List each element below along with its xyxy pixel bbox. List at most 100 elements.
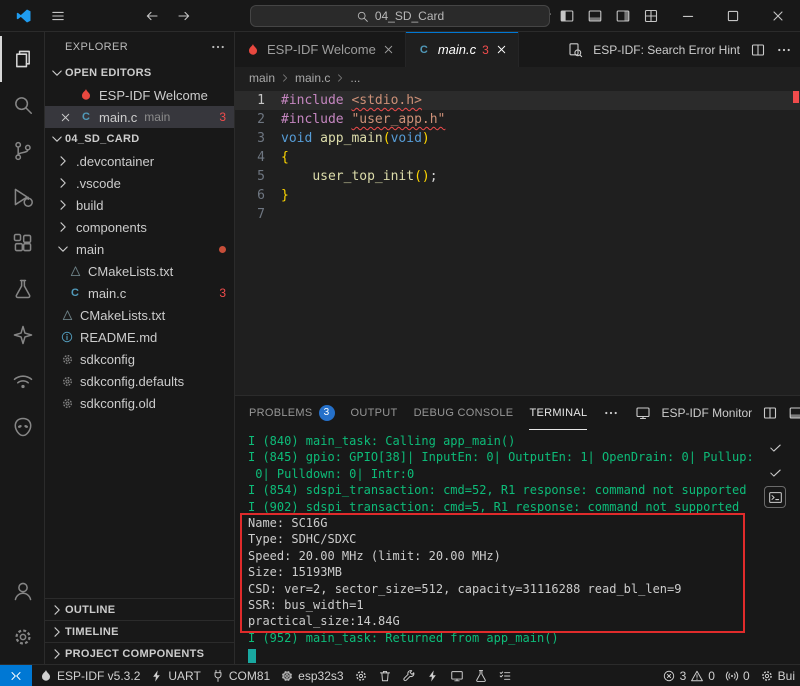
status-device-target[interactable]: esp32s3 [275, 665, 348, 686]
esp-idf-monitor-label[interactable]: ESP-IDF Monitor [661, 406, 752, 420]
panel-tab-debug-console[interactable]: DEBUG CONSOLE [414, 396, 514, 430]
close-icon[interactable] [57, 111, 73, 124]
chevR-icon [55, 219, 71, 235]
tree-item-sdkconfig-old[interactable]: sdkconfig.old [45, 392, 234, 414]
status-idf-test[interactable] [469, 665, 493, 686]
activity-search[interactable] [0, 82, 45, 128]
activity-esp-rainmaker[interactable] [0, 358, 45, 404]
open-editors-header[interactable]: OPEN EDITORS [45, 62, 234, 84]
status-label: COM81 [229, 669, 270, 683]
open-editor-item[interactable]: Cmain.cmain3 [45, 106, 234, 128]
tab-esp-idf-welcome[interactable]: ESP-IDF Welcome [235, 32, 406, 67]
activity-esp-idf-explorer[interactable] [0, 312, 45, 358]
panel-tab-terminal[interactable]: TERMINAL [529, 396, 587, 430]
esp-idf-monitor-icon[interactable] [635, 405, 651, 421]
code-line[interactable]: 5 user_top_init(); [235, 167, 800, 186]
tree-item--devcontainer[interactable]: .devcontainer [45, 150, 234, 172]
code-line[interactable]: 3void app_main(void) [235, 129, 800, 148]
line-number: 3 [235, 131, 281, 146]
status-commands[interactable] [493, 665, 517, 686]
close-icon[interactable] [495, 43, 508, 56]
breadcrumb-item[interactable]: ... [350, 71, 360, 85]
status-esp-idf-version[interactable]: ESP-IDF v5.3.2 [34, 665, 145, 686]
status-remote[interactable] [0, 665, 32, 686]
open-editor-label: ESP-IDF Welcome [99, 88, 208, 103]
toggle-secondary-sidebar-icon[interactable] [609, 3, 637, 29]
status-full-clean[interactable] [373, 665, 397, 686]
code-editor[interactable]: 1#include <stdio.h>2#include "user_app.h… [235, 89, 800, 395]
tree-item-components[interactable]: components [45, 216, 234, 238]
breadcrumb[interactable]: main main.c... [235, 67, 800, 89]
activity-accounts[interactable] [0, 568, 45, 614]
tree-item-sdkconfig-defaults[interactable]: sdkconfig.defaults [45, 370, 234, 392]
task-check[interactable] [764, 436, 786, 458]
panel-tab-output[interactable]: OUTPUT [351, 396, 398, 430]
status-build[interactable] [397, 665, 421, 686]
info-icon [60, 330, 74, 344]
tree-item-cmakelists-txt[interactable]: CMakeLists.txt [45, 260, 234, 282]
tree-item-label: build [76, 198, 103, 213]
status-serial-port[interactable]: COM81 [206, 665, 275, 686]
activity-settings[interactable] [0, 614, 45, 660]
tree-item-main-c[interactable]: Cmain.c3 [45, 282, 234, 304]
tree-item-readme-md[interactable]: README.md [45, 326, 234, 348]
tree-item-cmakelists-txt[interactable]: CMakeLists.txt [45, 304, 234, 326]
task-check[interactable] [764, 461, 786, 483]
status-flash[interactable] [421, 665, 445, 686]
back-button[interactable] [138, 3, 166, 29]
code-line[interactable]: 4{ [235, 148, 800, 167]
search-error-hint-label[interactable]: ESP-IDF: Search Error Hint [593, 43, 740, 57]
panel-tab-problems[interactable]: PROBLEMS3 [249, 396, 335, 430]
sidebar-section-outline[interactable]: OUTLINE [45, 598, 234, 620]
sidebar-section-project-components[interactable]: PROJECT COMPONENTS [45, 642, 234, 664]
editor-more-icon[interactable] [776, 42, 792, 58]
activity-source-control[interactable] [0, 128, 45, 174]
panel-layout-icon[interactable] [788, 405, 800, 421]
code-line[interactable]: 1#include <stdio.h> [235, 91, 800, 110]
split-terminal-icon[interactable] [762, 405, 778, 421]
code-line[interactable]: 6} [235, 186, 800, 205]
tree-item-main[interactable]: main [45, 238, 234, 260]
status-ports[interactable]: 0 [720, 665, 755, 686]
activity-espressif[interactable] [0, 404, 45, 450]
code-line[interactable]: 2#include "user_app.h" [235, 110, 800, 129]
tab-main-c[interactable]: Cmain.c3 [406, 32, 519, 67]
problem-count-badge: 3 [482, 43, 489, 57]
command-center-search[interactable]: 04_SD_Card [250, 5, 550, 27]
close-button[interactable] [755, 0, 800, 31]
split-editor-icon[interactable] [750, 42, 766, 58]
tree-item-sdkconfig[interactable]: sdkconfig [45, 348, 234, 370]
forward-button[interactable] [170, 3, 198, 29]
breadcrumb-item[interactable]: main.c [295, 71, 330, 85]
breadcrumb-item[interactable]: main [249, 71, 275, 85]
status-flash-method[interactable]: UART [145, 665, 205, 686]
close-icon[interactable] [382, 43, 395, 56]
terminal-session[interactable] [764, 486, 786, 508]
status-problems[interactable]: 30 [657, 665, 720, 686]
status-menuconfig[interactable] [349, 665, 373, 686]
status-label: 0 [708, 669, 715, 683]
open-editor-item[interactable]: ESP-IDF Welcome [45, 84, 234, 106]
code-line[interactable]: 7 [235, 205, 800, 224]
folder-header[interactable]: 04_SD_CARD [45, 128, 234, 150]
toggle-panel-icon[interactable] [581, 3, 609, 29]
sidebar-more-icon[interactable] [210, 39, 226, 55]
customize-layout-icon[interactable] [637, 3, 665, 29]
toggle-sidebar-icon[interactable] [553, 3, 581, 29]
panel-more-icon[interactable] [603, 405, 619, 421]
status-monitor[interactable] [445, 665, 469, 686]
terminal[interactable]: I (840) main_task: Calling app_main()I (… [235, 430, 800, 664]
activity-esp-idf-tests[interactable] [0, 266, 45, 312]
search-error-hint-icon[interactable] [567, 42, 583, 58]
activity-run-debug[interactable] [0, 174, 45, 220]
minimize-button[interactable] [665, 0, 710, 31]
tree-item--vscode[interactable]: .vscode [45, 172, 234, 194]
sidebar-section-timeline[interactable]: TIMELINE [45, 620, 234, 642]
activity-explorer[interactable] [0, 36, 45, 82]
menu-icon[interactable] [44, 3, 72, 29]
activity-extensions[interactable] [0, 220, 45, 266]
maximize-button[interactable] [710, 0, 755, 31]
wifi-icon [12, 370, 34, 392]
status-build-status[interactable]: Bui [755, 665, 800, 686]
tree-item-build[interactable]: build [45, 194, 234, 216]
